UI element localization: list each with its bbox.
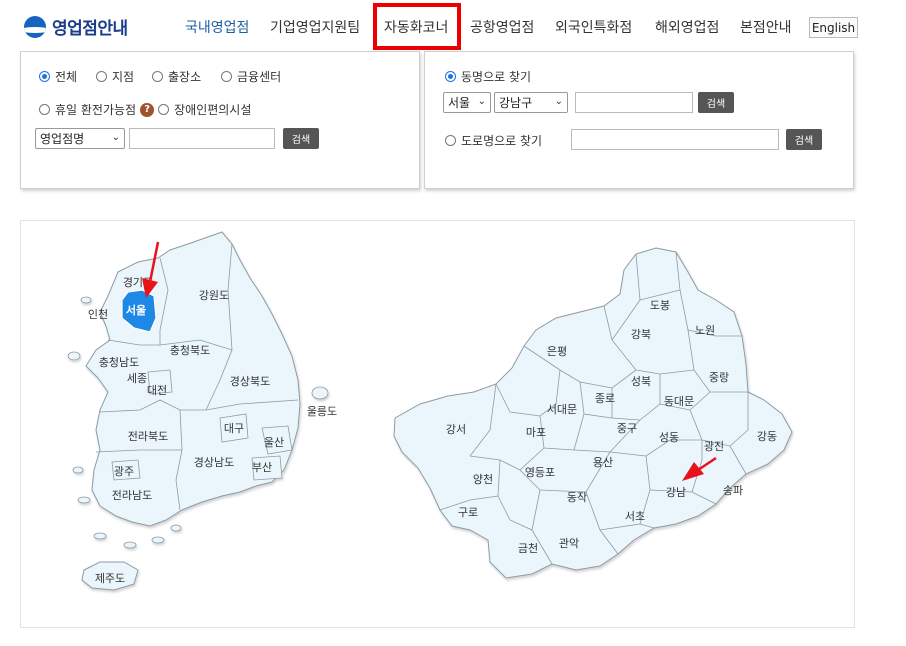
- label-jongno[interactable]: 종로: [595, 392, 615, 405]
- label-jeonnam[interactable]: 전라남도: [112, 489, 152, 502]
- label-guro[interactable]: 구로: [458, 506, 478, 519]
- label-gwanak[interactable]: 관악: [559, 537, 579, 550]
- label-sejong[interactable]: 세종: [127, 372, 147, 385]
- label-gwangjin[interactable]: 광진: [704, 440, 724, 453]
- label-gangnam[interactable]: 강남: [666, 486, 686, 499]
- label-daegu[interactable]: 대구: [224, 422, 244, 435]
- label-nowon[interactable]: 노원: [695, 324, 715, 337]
- seoul-map: [393, 247, 793, 579]
- label-gangdong[interactable]: 강동: [757, 430, 777, 443]
- label-seodaemun[interactable]: 서대문: [547, 403, 577, 416]
- ulleungdo-shape[interactable]: [311, 386, 329, 400]
- label-seocho[interactable]: 서초: [625, 510, 645, 523]
- label-dobong[interactable]: 도봉: [650, 299, 670, 312]
- label-songpa[interactable]: 송파: [723, 484, 743, 497]
- label-ulsan[interactable]: 울산: [264, 436, 284, 449]
- label-incheon[interactable]: 인천: [88, 307, 108, 321]
- korea-map: [67, 231, 329, 591]
- label-gyeongnam[interactable]: 경상남도: [194, 456, 234, 469]
- label-chungbuk[interactable]: 충청북도: [170, 344, 210, 357]
- seoul-outline: [393, 247, 793, 579]
- label-gangwon[interactable]: 강원도: [199, 289, 229, 302]
- label-yangcheon[interactable]: 양천: [473, 472, 493, 486]
- label-dongdaemun[interactable]: 동대문: [664, 395, 694, 408]
- label-gangbuk[interactable]: 강북: [631, 328, 651, 341]
- label-ulleungdo[interactable]: 울릉도: [307, 405, 337, 418]
- label-geumcheon[interactable]: 금천: [518, 541, 538, 555]
- label-mapo[interactable]: 마포: [526, 426, 546, 439]
- label-chungnam[interactable]: 충청남도: [99, 356, 139, 369]
- label-junggu[interactable]: 중구: [617, 422, 637, 435]
- label-daejeon[interactable]: 대전: [147, 384, 167, 397]
- label-jeonbuk[interactable]: 전라북도: [128, 430, 168, 443]
- label-seoul[interactable]: 서울: [126, 303, 146, 317]
- label-busan[interactable]: 부산: [252, 461, 272, 474]
- label-jeju[interactable]: 제주도: [95, 572, 125, 585]
- label-gyeongbuk[interactable]: 경상북도: [230, 375, 270, 388]
- label-eunpyeong[interactable]: 은평: [547, 345, 567, 358]
- region-maps: 경기도 서울 인천 강원도 충청북도 충청남도 세종 대전 경상북도 울릉도 전…: [67, 231, 793, 591]
- label-seongdong[interactable]: 성동: [659, 431, 679, 444]
- label-gangseo[interactable]: 강서: [446, 423, 466, 436]
- label-seongbuk[interactable]: 성북: [631, 375, 651, 388]
- label-yeongdeungpo[interactable]: 영등포: [525, 466, 555, 479]
- label-yongsan[interactable]: 용산: [593, 456, 613, 469]
- label-gwangju[interactable]: 광주: [114, 465, 134, 478]
- label-dongjak[interactable]: 동작: [567, 491, 587, 504]
- label-jungnang[interactable]: 중랑: [709, 371, 729, 384]
